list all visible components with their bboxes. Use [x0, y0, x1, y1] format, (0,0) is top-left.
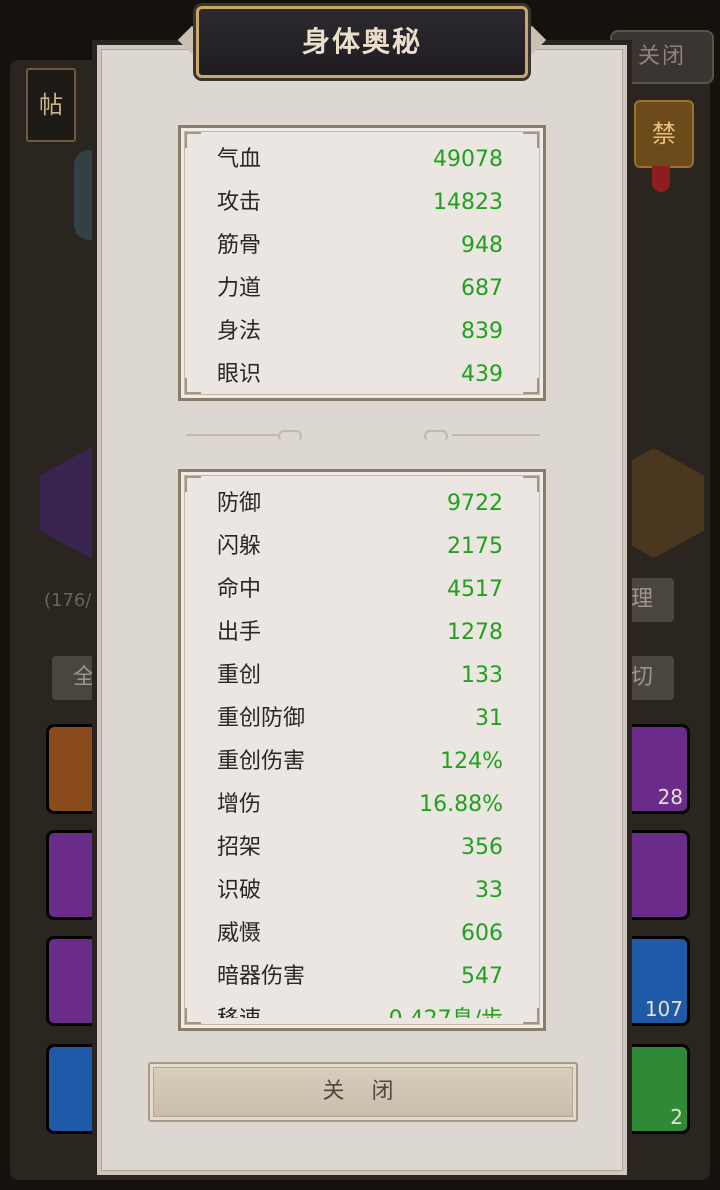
divider-swirl: [424, 430, 448, 442]
stat-value: 1278: [447, 620, 503, 645]
stat-value: 948: [461, 233, 503, 258]
combat-stats-card[interactable]: 防御 9722 闪躲 2175 命中 4517 出手 1278 重创 133 重创防御 31 重创伤害 1…: [178, 469, 546, 1031]
stat-label: 气血: [217, 147, 262, 172]
card-corner: [185, 132, 201, 148]
stat-row: 暗器伤害 547: [217, 955, 503, 998]
stat-value: 606: [461, 921, 503, 946]
divider-swirl: [278, 430, 302, 442]
stat-value: 14823: [433, 190, 503, 215]
stat-value: 133: [461, 663, 503, 688]
stat-row: 出手 1278: [217, 611, 503, 654]
stat-value: 16.88%: [419, 792, 503, 817]
card-corner: [523, 1008, 539, 1024]
stat-label: 防御: [217, 491, 262, 516]
stat-value: 356: [461, 835, 503, 860]
stat-value: 124%: [440, 749, 503, 774]
stat-row: 身法 839: [217, 310, 503, 353]
base-stats-card: 气血 49078 攻击 14823 筋骨 948 力道 687 身法 839 眼识 439: [178, 125, 546, 401]
stat-label: 移速: [217, 998, 261, 1018]
stat-label: 招架: [217, 835, 262, 860]
stat-value: 9722: [447, 491, 503, 516]
stat-label: 重创: [217, 663, 262, 688]
stat-value: 687: [461, 276, 503, 301]
stat-value: 2175: [447, 534, 503, 559]
combat-stats-scroll-list[interactable]: 防御 9722 闪躲 2175 命中 4517 出手 1278 重创 133 重创防御 31 重创伤害 1…: [217, 482, 503, 1018]
stat-label: 闪躲: [217, 534, 262, 559]
stat-value: 439: [461, 362, 503, 387]
close-button-label: 关 闭: [322, 1079, 404, 1104]
stat-value: 33: [475, 878, 503, 903]
stat-label: 增伤: [217, 792, 262, 817]
card-corner: [185, 1008, 201, 1024]
card-corner: [185, 476, 201, 492]
stat-label: 筋骨: [217, 233, 262, 258]
stat-label: 暗器伤害: [217, 964, 306, 989]
dialog-title-plate: 身体奥秘: [196, 6, 528, 78]
stat-row: 闪躲 2175: [217, 525, 503, 568]
card-corner: [523, 132, 539, 148]
stat-row: 筋骨 948: [217, 224, 503, 267]
card-corner: [523, 378, 539, 394]
stat-label: 命中: [217, 577, 262, 602]
stat-row: 招架 356: [217, 826, 503, 869]
stat-label: 出手: [217, 620, 262, 645]
stat-value: 49078: [433, 147, 503, 172]
section-divider: [180, 430, 540, 442]
close-button[interactable]: 关 闭: [148, 1062, 578, 1122]
stat-row: 攻击 14823: [217, 181, 503, 224]
stat-value: 0.427息/步: [389, 998, 503, 1018]
dialog-title: 身体奥秘: [301, 25, 422, 58]
stat-label: 重创伤害: [217, 749, 306, 774]
stat-row: 重创伤害 124%: [217, 740, 503, 783]
stat-row: 眼识 439: [217, 353, 503, 396]
card-corner: [185, 378, 201, 394]
base-stats-list: 气血 49078 攻击 14823 筋骨 948 力道 687 身法 839 眼识 439: [217, 138, 503, 396]
stat-label: 身法: [217, 319, 262, 344]
stat-row: 防御 9722: [217, 482, 503, 525]
divider-line: [186, 434, 278, 436]
divider-line: [452, 434, 540, 436]
stat-row: 命中 4517: [217, 568, 503, 611]
card-corner: [523, 476, 539, 492]
stat-value: 31: [475, 706, 503, 731]
stat-label: 攻击: [217, 190, 262, 215]
stat-value: 547: [461, 964, 503, 989]
stat-row: 增伤 16.88%: [217, 783, 503, 826]
stat-row: 重创 133: [217, 654, 503, 697]
stat-value: 4517: [447, 577, 503, 602]
stat-label: 眼识: [217, 362, 262, 387]
stat-row: 气血 49078: [217, 138, 503, 181]
stat-row: 威慑 606: [217, 912, 503, 955]
stat-row: 重创防御 31: [217, 697, 503, 740]
stat-label: 力道: [217, 276, 262, 301]
stat-row: 力道 687: [217, 267, 503, 310]
stat-label: 威慑: [217, 921, 262, 946]
stat-row: 识破 33: [217, 869, 503, 912]
stat-label: 识破: [217, 878, 262, 903]
stat-value: 839: [461, 319, 503, 344]
stat-label: 重创防御: [217, 706, 306, 731]
stat-row: 移速 0.427息/步: [217, 998, 503, 1018]
